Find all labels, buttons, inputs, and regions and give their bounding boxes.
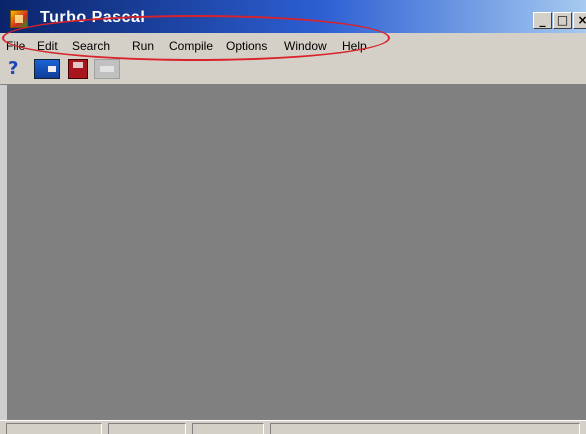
menu-edit[interactable]: Edit [37, 39, 58, 53]
disabled-tool-icon [94, 59, 120, 79]
close-button[interactable]: × [573, 12, 586, 29]
menu-run[interactable]: Run [132, 39, 154, 53]
menu-compile[interactable]: Compile [169, 39, 213, 53]
toolbar: ? [0, 55, 586, 85]
status-pane-3 [192, 423, 264, 434]
status-pane-4 [270, 423, 580, 434]
menu-options[interactable]: Options [226, 39, 267, 53]
editor-workspace[interactable] [0, 85, 586, 420]
title-bar[interactable]: Turbo Pascal _ □ × [0, 0, 586, 33]
app-window: Turbo Pascal _ □ × File Edit Search Run … [0, 0, 586, 434]
help-icon[interactable]: ? [8, 59, 26, 79]
menu-help[interactable]: Help [342, 39, 367, 53]
menu-search[interactable]: Search [72, 39, 110, 53]
menu-window[interactable]: Window [284, 39, 327, 53]
turbo-pascal-app-icon[interactable] [10, 10, 28, 28]
window-title: Turbo Pascal [40, 9, 146, 26]
open-file-icon[interactable] [34, 59, 60, 79]
menu-file[interactable]: File [6, 39, 25, 53]
status-pane-2 [108, 423, 186, 434]
minimize-button[interactable]: _ [533, 12, 552, 29]
status-bar [0, 420, 586, 434]
status-pane-1 [6, 423, 102, 434]
save-icon[interactable] [68, 59, 88, 79]
menu-bar: File Edit Search Run Compile Options Win… [0, 33, 586, 55]
maximize-button[interactable]: □ [553, 12, 572, 29]
